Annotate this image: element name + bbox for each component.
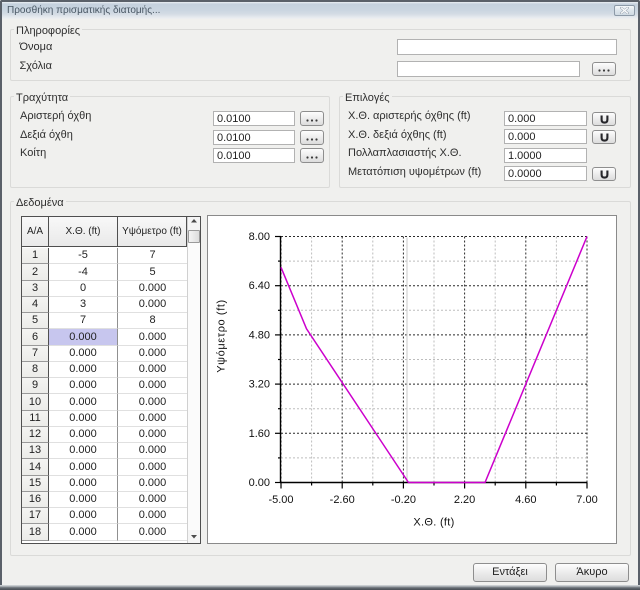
- svg-text:-5.00: -5.00: [268, 494, 293, 506]
- svg-text:0.00: 0.00: [249, 477, 270, 489]
- svg-text:Χ.Θ. (ft): Χ.Θ. (ft): [413, 517, 454, 529]
- svg-text:Υψόμετρο (ft): Υψόμετρο (ft): [216, 299, 228, 373]
- svg-text:4.60: 4.60: [515, 494, 536, 506]
- svg-text:2.20: 2.20: [454, 494, 475, 506]
- svg-text:3.20: 3.20: [249, 379, 270, 391]
- svg-text:8.00: 8.00: [249, 231, 270, 243]
- svg-text:4.80: 4.80: [249, 329, 270, 341]
- svg-text:7.00: 7.00: [576, 494, 597, 506]
- svg-text:1.60: 1.60: [249, 428, 270, 440]
- svg-text:-2.60: -2.60: [330, 494, 355, 506]
- svg-text:-0.20: -0.20: [391, 494, 416, 506]
- svg-text:6.40: 6.40: [249, 280, 270, 292]
